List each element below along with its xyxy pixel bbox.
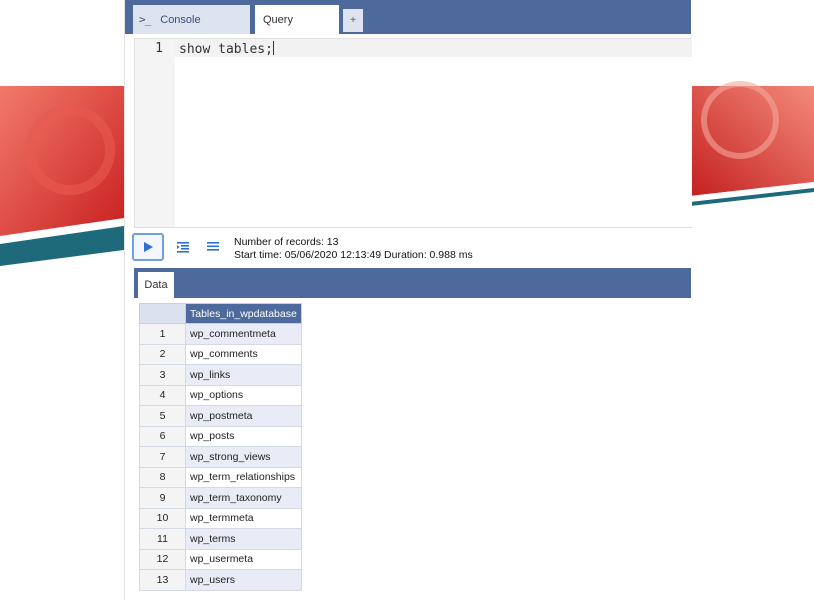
tab-console-label: Console (160, 13, 201, 26)
table-row[interactable]: 13 wp_users (139, 569, 302, 591)
table-row[interactable]: 5 wp_postmeta (139, 405, 302, 427)
add-tab-button[interactable]: + (343, 9, 363, 32)
record-count: Number of records: 13 (234, 236, 339, 248)
tab-data[interactable]: Data (138, 272, 174, 298)
table-row[interactable]: 1 wp_commentmeta (139, 323, 302, 345)
table-name-cell[interactable]: wp_postmeta (185, 405, 302, 427)
tab-query[interactable]: Query (255, 5, 339, 34)
row-number-cell: 7 (139, 446, 186, 468)
table-row[interactable]: 12 wp_usermeta (139, 548, 302, 570)
plus-icon: + (350, 15, 356, 26)
row-number-cell: 11 (139, 528, 186, 550)
row-number-cell: 2 (139, 343, 186, 365)
table-name-cell[interactable]: wp_strong_views (185, 446, 302, 468)
tab-query-label: Query (263, 13, 293, 26)
table-name-cell[interactable]: wp_commentmeta (185, 323, 302, 345)
terminal-icon: >_ (139, 13, 151, 26)
query-editor[interactable]: 1 show tables; (134, 38, 692, 228)
table-header-row: Tables_in_wpdatabase (139, 303, 302, 324)
row-number-cell: 13 (139, 569, 186, 591)
table-row[interactable]: 3 wp_links (139, 364, 302, 386)
results-tab-bar: Data (134, 268, 691, 298)
table-row[interactable]: 2 wp_comments (139, 343, 302, 365)
table-row[interactable]: 4 wp_options (139, 384, 302, 406)
table-row[interactable]: 7 wp_strong_views (139, 446, 302, 468)
table-name-cell[interactable]: wp_usermeta (185, 548, 302, 570)
tab-data-label: Data (144, 279, 168, 291)
table-name-cell[interactable]: wp_posts (185, 425, 302, 447)
table-row[interactable]: 9 wp_term_taxonomy (139, 487, 302, 509)
table-name-cell[interactable]: wp_terms (185, 528, 302, 550)
code-text: show tables; (179, 42, 273, 57)
query-app: >_ Console Query + 1 show tables; Number… (124, 0, 692, 600)
row-number-cell: 3 (139, 364, 186, 386)
table-name-cell[interactable]: wp_comments (185, 343, 302, 365)
query-timing: Start time: 05/06/2020 12:13:49 Duration… (234, 249, 473, 261)
column-header-tables[interactable]: Tables_in_wpdatabase (185, 303, 302, 324)
tab-console[interactable]: >_ Console (133, 5, 250, 34)
table-row[interactable]: 6 wp_posts (139, 425, 302, 447)
play-icon (144, 242, 153, 252)
results-table: Tables_in_wpdatabase 1 wp_commentmeta 2 wp_… (139, 303, 302, 591)
table-name-cell[interactable]: wp_links (185, 364, 302, 386)
run-query-button[interactable] (132, 233, 164, 261)
code-line[interactable]: show tables; (179, 41, 274, 57)
text-cursor (272, 41, 274, 55)
table-name-cell[interactable]: wp_options (185, 384, 302, 406)
table-row[interactable]: 8 wp_term_relationships (139, 466, 302, 488)
row-number-cell: 8 (139, 466, 186, 488)
table-name-cell[interactable]: wp_term_relationships (185, 466, 302, 488)
format-indent-icon[interactable] (175, 239, 191, 255)
row-number-cell: 1 (139, 323, 186, 345)
line-number: 1 (155, 41, 163, 56)
row-number-header (139, 303, 186, 324)
line-gutter: 1 (135, 39, 175, 227)
query-result-info: Number of records: 13 Start time: 05/06/… (234, 236, 473, 262)
row-number-cell: 6 (139, 425, 186, 447)
row-number-cell: 5 (139, 405, 186, 427)
query-toolbar: Number of records: 13 Start time: 05/06/… (125, 230, 691, 266)
table-name-cell[interactable]: wp_termmeta (185, 507, 302, 529)
list-icon[interactable] (205, 239, 221, 255)
row-number-cell: 12 (139, 548, 186, 570)
table-row[interactable]: 10 wp_termmeta (139, 507, 302, 529)
row-number-cell: 9 (139, 487, 186, 509)
row-number-cell: 10 (139, 507, 186, 529)
table-name-cell[interactable]: wp_term_taxonomy (185, 487, 302, 509)
tab-bar: >_ Console Query + (125, 0, 691, 34)
row-number-cell: 4 (139, 384, 186, 406)
table-row[interactable]: 11 wp_terms (139, 528, 302, 550)
table-name-cell[interactable]: wp_users (185, 569, 302, 591)
